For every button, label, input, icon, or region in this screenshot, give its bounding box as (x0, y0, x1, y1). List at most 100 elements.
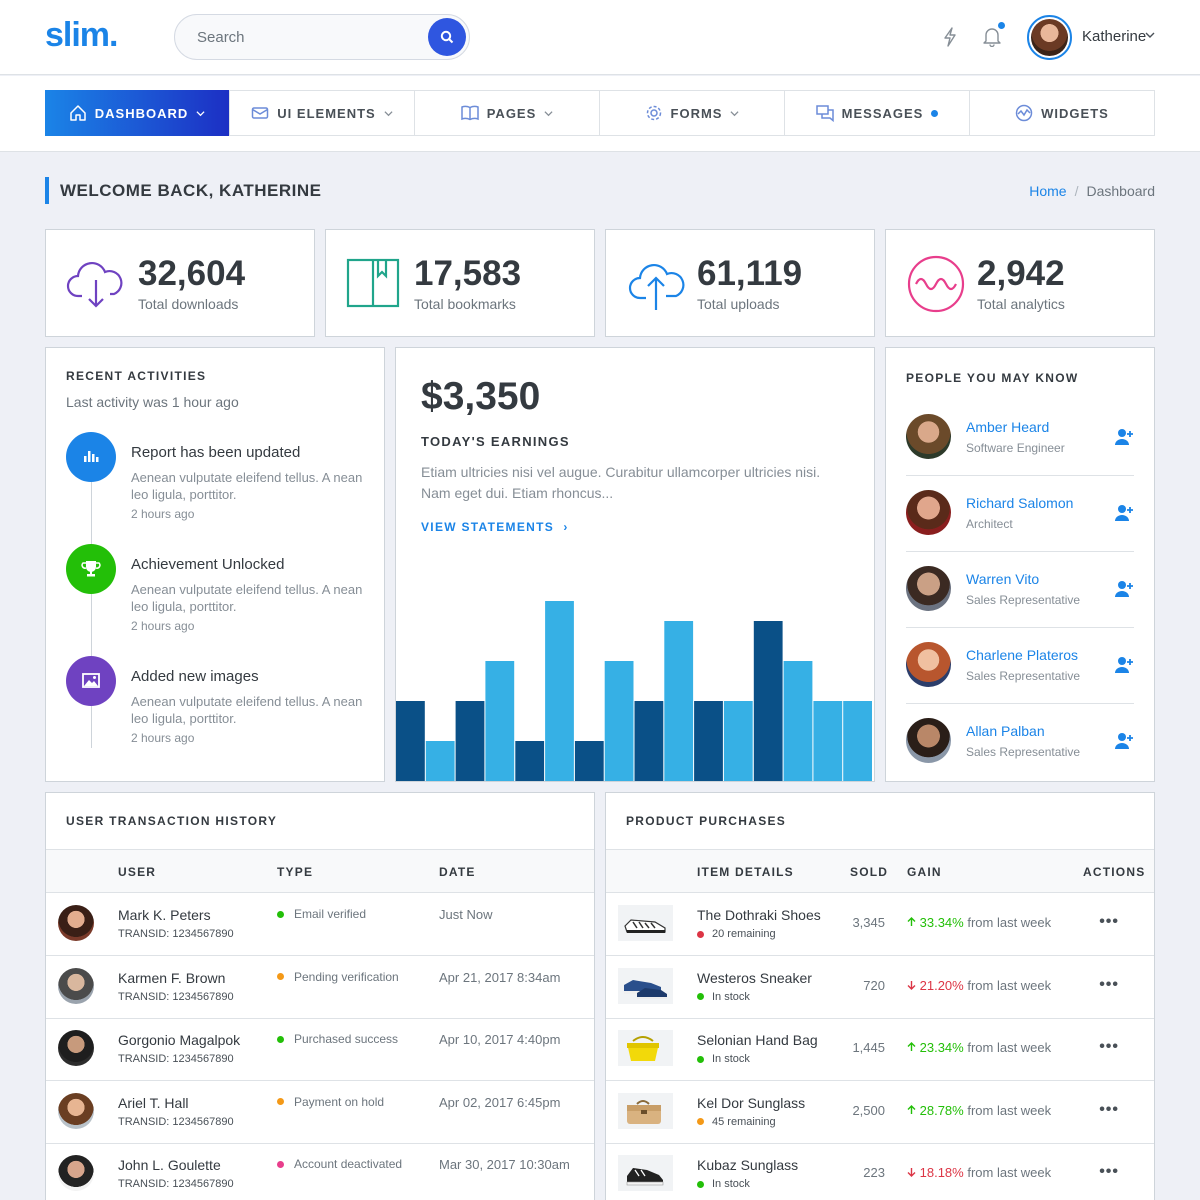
nav-item-dashboard[interactable]: DASHBOARD (45, 90, 230, 136)
add-friend-button[interactable] (1114, 579, 1134, 599)
more-icon: ••• (1099, 1100, 1119, 1118)
more-actions-button[interactable]: ••• (1099, 1038, 1119, 1056)
avatar[interactable] (906, 718, 951, 763)
activity-description: Aenean vulputate eleifend tellus. A nean… (131, 694, 363, 726)
earnings-label: TODAY'S EARNINGS (421, 434, 570, 449)
table-row[interactable]: Karmen F. Brown TRANSID: 1234567890 Pend… (46, 956, 594, 1019)
more-actions-button[interactable]: ••• (1099, 913, 1119, 931)
table-row[interactable]: Mark K. Peters TRANSID: 1234567890 Email… (46, 893, 594, 956)
column-header: TYPE (277, 865, 314, 879)
more-icon: ••• (1099, 975, 1119, 993)
nav-item-widgets[interactable]: WIDGETS (970, 91, 1154, 135)
avatar[interactable] (906, 490, 951, 535)
breadcrumb-separator: / (1074, 183, 1079, 199)
avatar (58, 967, 94, 1004)
status-dot (277, 1098, 284, 1105)
avatar[interactable] (906, 642, 951, 687)
avatar[interactable] (906, 566, 951, 611)
user-name[interactable]: Katherine (1082, 28, 1146, 45)
add-friend-button[interactable] (1114, 731, 1134, 751)
avatar[interactable] (906, 414, 951, 459)
status-dot (277, 910, 284, 918)
transaction-type-label: Payment on hold (294, 1094, 385, 1109)
product-image (618, 967, 673, 1004)
person-name[interactable]: Amber Heard (966, 419, 1049, 435)
arrow-up-icon (907, 917, 916, 926)
chart-bar (634, 701, 664, 781)
column-header: GAIN (907, 865, 942, 879)
search-box (174, 14, 470, 60)
bell-icon[interactable] (981, 26, 1003, 48)
person-name[interactable]: Richard Salomon (966, 495, 1073, 511)
person-role: Sales Representative (966, 669, 1081, 683)
avatar (58, 1092, 94, 1129)
table-row[interactable]: Kel Dor Sunglass 45 remaining 2,500 28.7… (606, 1081, 1154, 1144)
transaction-date: Just Now (439, 907, 493, 922)
nav-item-label: WIDGETS (1041, 105, 1109, 121)
trophy-icon (81, 561, 101, 577)
table-row[interactable]: John L. Goulette TRANSID: 1234567890 Acc… (46, 1143, 594, 1200)
breadcrumb-current: Dashboard (1086, 183, 1156, 199)
column-header: ITEM DETAILS (697, 865, 794, 879)
status-dot (277, 1035, 284, 1043)
person-name[interactable]: Charlene Plateros (966, 647, 1078, 663)
more-actions-button[interactable]: ••• (1099, 1101, 1119, 1119)
more-actions-button[interactable]: ••• (1099, 976, 1119, 994)
nav-item-pages[interactable]: PAGES (415, 91, 600, 135)
nav-item-ui-elements[interactable]: UI ELEMENTS (230, 91, 415, 135)
activity-icon-badge (66, 656, 116, 706)
nav-item-messages[interactable]: MESSAGES (785, 91, 970, 135)
stock-label: 20 remaining (712, 928, 776, 940)
table-row[interactable]: Gorgonio Magalpok TRANSID: 1234567890 Pu… (46, 1018, 594, 1081)
stat-label: Total downloads (138, 296, 239, 312)
add-friend-button[interactable] (1114, 427, 1134, 447)
product-gain: 23.34% from last week (907, 1040, 1051, 1055)
search-button[interactable] (428, 18, 466, 56)
arrow-up-icon (907, 1104, 916, 1114)
book-icon (460, 105, 479, 121)
chevron-down-icon[interactable] (1145, 30, 1155, 40)
nav-item-forms[interactable]: FORMS (600, 91, 785, 135)
search-input[interactable] (197, 27, 417, 47)
add-user-icon (1115, 657, 1133, 673)
breadcrumb-home[interactable]: Home (1029, 183, 1066, 199)
chart-icon (84, 451, 99, 462)
person-role: Software Engineer (966, 441, 1065, 455)
bolt-icon[interactable] (939, 26, 961, 48)
person-item: Allan Palban Sales Representative (906, 704, 1134, 780)
person-item: Amber Heard Software Engineer (906, 400, 1134, 476)
table-row[interactable]: Selonian Hand Bag In stock 1,445 23.34% … (606, 1018, 1154, 1081)
product-sold: 720 (863, 977, 885, 993)
person-role: Sales Representative (966, 745, 1081, 759)
person-item: Richard Salomon Architect (906, 476, 1134, 552)
app-logo[interactable]: slim. (45, 16, 118, 55)
table-row[interactable]: The Dothraki Shoes 20 remaining 3,345 33… (606, 893, 1154, 956)
activity-title: Added new images (131, 668, 259, 685)
stat-label: Total bookmarks (414, 296, 516, 312)
user-avatar[interactable] (1027, 15, 1072, 60)
user-name: Ariel T. Hall (118, 1094, 189, 1111)
chart-bar (515, 741, 545, 781)
stock-status-dot (697, 993, 704, 1000)
gain-suffix: from last week (967, 977, 1052, 993)
view-statements-link[interactable]: VIEW STATEMENTS › (421, 520, 569, 534)
stock-status-dot (697, 1118, 704, 1125)
transaction-type: Email verified (277, 907, 366, 921)
more-actions-button[interactable]: ••• (1099, 1163, 1119, 1181)
chart-bar (455, 701, 485, 781)
gain-suffix: from last week (967, 1040, 1052, 1055)
table-row[interactable]: Ariel T. Hall TRANSID: 1234567890 Paymen… (46, 1081, 594, 1144)
person-name[interactable]: Allan Palban (966, 723, 1045, 739)
person-name[interactable]: Warren Vito (966, 571, 1039, 587)
add-friend-button[interactable] (1114, 655, 1134, 675)
transaction-id: TRANSID: 1234567890 (118, 1115, 234, 1128)
stock-label: In stock (712, 1178, 750, 1190)
table-row[interactable]: Westeros Sneaker In stock 720 21.20% fro… (606, 956, 1154, 1019)
transaction-id: TRANSID: 1234567890 (118, 990, 234, 1003)
page-title-block: WELCOME BACK, KATHERINE (45, 177, 321, 204)
cloud-upload-icon (628, 264, 685, 310)
table-row[interactable]: Kubaz Sunglass In stock 223 18.18% from … (606, 1143, 1154, 1200)
add-friend-button[interactable] (1114, 503, 1134, 523)
book-icon (346, 258, 400, 308)
chart-bar (604, 661, 634, 781)
